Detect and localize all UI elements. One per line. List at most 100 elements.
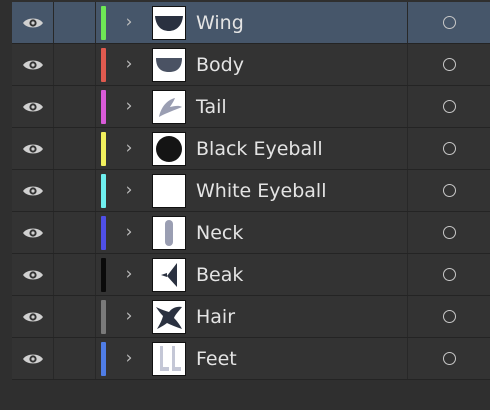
layer-name: White Eyeball bbox=[196, 179, 327, 202]
expand-toggle[interactable]: › bbox=[110, 296, 148, 337]
layer-name-cell[interactable]: Neck bbox=[190, 212, 408, 253]
layers-panel: › Wing › Body › Tail › Black Eyeball › W… bbox=[0, 0, 490, 410]
lock-toggle[interactable] bbox=[54, 44, 96, 85]
lock-toggle[interactable] bbox=[54, 128, 96, 169]
layer-thumbnail-cell bbox=[148, 212, 190, 253]
layer-row-neck[interactable]: › Neck bbox=[12, 212, 490, 254]
layer-name: Hair bbox=[196, 305, 236, 328]
layer-color-swatch bbox=[100, 89, 106, 124]
layer-color-cell bbox=[96, 44, 110, 85]
layer-name-cell[interactable]: White Eyeball bbox=[190, 170, 408, 211]
layer-name: Beak bbox=[196, 263, 244, 286]
layer-name-cell[interactable]: Hair bbox=[190, 296, 408, 337]
layer-row-wing[interactable]: › Wing bbox=[12, 2, 490, 44]
lock-toggle[interactable] bbox=[54, 86, 96, 127]
layer-row-black-eyeball[interactable]: › Black Eyeball bbox=[12, 128, 490, 170]
chevron-right-icon: › bbox=[125, 12, 133, 32]
visibility-toggle[interactable] bbox=[12, 212, 54, 253]
target-toggle[interactable] bbox=[408, 254, 490, 295]
layer-thumbnail bbox=[152, 173, 186, 208]
expand-toggle[interactable]: › bbox=[110, 128, 148, 169]
expand-toggle[interactable]: › bbox=[110, 170, 148, 211]
target-toggle[interactable] bbox=[408, 338, 490, 379]
expand-toggle[interactable]: › bbox=[110, 44, 148, 85]
visibility-toggle[interactable] bbox=[12, 338, 54, 379]
expand-toggle[interactable]: › bbox=[110, 86, 148, 127]
target-toggle[interactable] bbox=[408, 296, 490, 337]
visibility-toggle[interactable] bbox=[12, 170, 54, 211]
layer-color-swatch bbox=[100, 215, 106, 250]
layer-color-cell bbox=[96, 2, 110, 43]
eye-icon bbox=[22, 186, 43, 195]
layer-name-cell[interactable]: Body bbox=[190, 44, 408, 85]
layers-list: › Wing › Body › Tail › Black Eyeball › W… bbox=[12, 2, 490, 380]
layer-color-cell bbox=[96, 86, 110, 127]
lock-toggle[interactable] bbox=[54, 212, 96, 253]
visibility-toggle[interactable] bbox=[12, 128, 54, 169]
eye-icon bbox=[22, 312, 43, 321]
target-toggle[interactable] bbox=[408, 170, 490, 211]
layer-row-feet[interactable]: › Feet bbox=[12, 338, 490, 380]
layer-color-swatch bbox=[100, 257, 106, 292]
layer-thumbnail bbox=[152, 257, 186, 292]
target-circle-icon bbox=[442, 100, 456, 113]
lock-toggle[interactable] bbox=[54, 170, 96, 211]
layer-row-beak[interactable]: › Beak bbox=[12, 254, 490, 296]
lock-toggle[interactable] bbox=[54, 2, 96, 43]
lock-toggle[interactable] bbox=[54, 338, 96, 379]
layer-thumbnail bbox=[152, 299, 186, 334]
layer-color-cell bbox=[96, 170, 110, 211]
layer-name-cell[interactable]: Black Eyeball bbox=[190, 128, 408, 169]
visibility-toggle[interactable] bbox=[12, 2, 54, 43]
layer-row-body[interactable]: › Body bbox=[12, 44, 490, 86]
visibility-toggle[interactable] bbox=[12, 86, 54, 127]
layer-name-cell[interactable]: Tail bbox=[190, 86, 408, 127]
neck-thumbnail-icon bbox=[165, 219, 173, 246]
layer-thumbnail bbox=[152, 5, 186, 40]
layer-name: Feet bbox=[196, 347, 237, 370]
layer-color-swatch bbox=[100, 5, 106, 40]
visibility-toggle[interactable] bbox=[12, 296, 54, 337]
eye-icon bbox=[22, 354, 43, 363]
chevron-right-icon: › bbox=[125, 222, 133, 242]
target-toggle[interactable] bbox=[408, 86, 490, 127]
expand-toggle[interactable]: › bbox=[110, 212, 148, 253]
layer-name-cell[interactable]: Beak bbox=[190, 254, 408, 295]
layer-thumbnail-cell bbox=[148, 44, 190, 85]
layer-name: Body bbox=[196, 53, 244, 76]
layer-thumbnail-cell bbox=[148, 254, 190, 295]
layer-thumbnail bbox=[152, 341, 186, 376]
visibility-toggle[interactable] bbox=[12, 254, 54, 295]
chevron-right-icon: › bbox=[125, 96, 133, 116]
target-circle-icon bbox=[442, 142, 456, 155]
layer-row-white-eyeball[interactable]: › White Eyeball bbox=[12, 170, 490, 212]
target-toggle[interactable] bbox=[408, 2, 490, 43]
target-circle-icon bbox=[442, 58, 456, 71]
black-eyeball-thumbnail-icon bbox=[156, 135, 182, 162]
layer-color-cell bbox=[96, 128, 110, 169]
chevron-right-icon: › bbox=[125, 264, 133, 284]
visibility-toggle[interactable] bbox=[12, 44, 54, 85]
target-toggle[interactable] bbox=[408, 212, 490, 253]
layer-name-cell[interactable]: Feet bbox=[190, 338, 408, 379]
target-circle-icon bbox=[442, 226, 456, 239]
lock-toggle[interactable] bbox=[54, 296, 96, 337]
layer-thumbnail-cell bbox=[148, 338, 190, 379]
lock-toggle[interactable] bbox=[54, 254, 96, 295]
expand-toggle[interactable]: › bbox=[110, 254, 148, 295]
white-eyeball-thumbnail-icon bbox=[153, 175, 185, 207]
target-toggle[interactable] bbox=[408, 128, 490, 169]
layer-color-cell bbox=[96, 338, 110, 379]
target-circle-icon bbox=[442, 268, 456, 281]
target-toggle[interactable] bbox=[408, 44, 490, 85]
layer-row-hair[interactable]: › Hair bbox=[12, 296, 490, 338]
layer-color-swatch bbox=[100, 341, 106, 376]
layer-name: Black Eyeball bbox=[196, 137, 323, 160]
layer-name: Neck bbox=[196, 221, 244, 244]
expand-toggle[interactable]: › bbox=[110, 338, 148, 379]
chevron-right-icon: › bbox=[125, 54, 133, 74]
layer-name: Tail bbox=[196, 95, 227, 118]
layer-row-tail[interactable]: › Tail bbox=[12, 86, 490, 128]
layer-name-cell[interactable]: Wing bbox=[190, 2, 408, 43]
expand-toggle[interactable]: › bbox=[110, 2, 148, 43]
